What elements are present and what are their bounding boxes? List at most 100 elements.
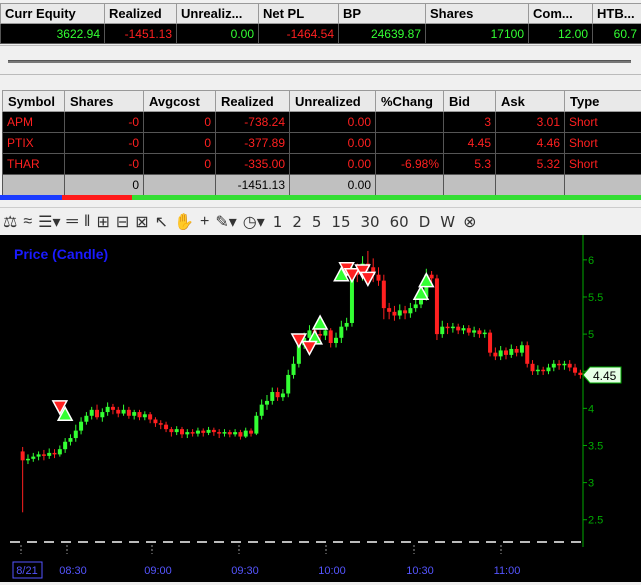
price-chart[interactable]: Price (Candle) 65.554.543.532.58/2108:30… [0, 235, 641, 582]
candle-body [207, 430, 211, 433]
candle-body [212, 430, 216, 432]
candle-body [228, 432, 232, 434]
header-unrealized[interactable]: Unrealiz... [177, 4, 259, 24]
candle-body [515, 349, 519, 353]
last-price-label: 4.45 [593, 369, 617, 383]
header-shares[interactable]: Shares [65, 91, 144, 112]
buy-marker [313, 316, 327, 329]
pen-icon[interactable]: ✎▾ [215, 212, 236, 232]
interval-15[interactable]: 15 [331, 213, 350, 231]
header-bid[interactable]: Bid [444, 91, 496, 112]
totals-avgcost-cell [144, 175, 216, 196]
candle-body [132, 412, 136, 416]
table-row[interactable]: APM -0 0 -738.24 0.00 3 3.01 Short [3, 112, 641, 133]
candle-body [477, 330, 481, 334]
interval-daily[interactable]: D [419, 213, 431, 231]
table-row[interactable]: THAR -0 0 -335.00 0.00 -6.98% 5.3 5.32 S… [3, 154, 641, 175]
header-ask[interactable]: Ask [496, 91, 565, 112]
header-realized[interactable]: Realized [105, 4, 177, 24]
interval-30[interactable]: 30 [361, 213, 380, 231]
header-shares[interactable]: Shares [426, 4, 529, 24]
candle-body [185, 432, 189, 434]
candle-body [541, 370, 545, 371]
shares-value: 17100 [426, 24, 529, 44]
candle-body [68, 438, 72, 442]
symbol-cell[interactable]: APM [3, 112, 65, 133]
zoom-in-icon[interactable]: ⊞ [96, 212, 109, 232]
vertical-line-icon[interactable]: ‖ [84, 213, 91, 231]
scrollbar-track[interactable] [8, 60, 631, 63]
candle-body [53, 453, 57, 454]
candle-body [270, 392, 274, 401]
candle-body [387, 308, 391, 312]
header-net-pl[interactable]: Net PL [259, 4, 339, 24]
candle-body [488, 333, 492, 353]
symbol-cell[interactable]: PTIX [3, 133, 65, 154]
candle-body [472, 330, 476, 332]
candle-body [499, 350, 503, 356]
pointer-icon[interactable]: ↖ [155, 212, 168, 232]
header-symbol[interactable]: Symbol [3, 91, 65, 112]
x-tick-label: 08:30 [59, 565, 87, 577]
header-type[interactable]: Type [565, 91, 641, 112]
totals-ask-cell [496, 175, 565, 196]
fit-icon[interactable]: ⊠ [135, 212, 148, 232]
x-tick-label: 10:00 [318, 565, 346, 577]
header-realized[interactable]: Realized [216, 91, 290, 112]
symbol-cell[interactable]: THAR [3, 154, 65, 175]
table-row[interactable]: PTIX -0 0 -377.89 0.00 4.45 4.46 Short [3, 133, 641, 154]
candle-body [292, 364, 296, 375]
crosshair-icon[interactable]: + [200, 213, 209, 231]
candle-body [143, 414, 147, 417]
totals-unrealized: 0.00 [290, 175, 376, 196]
ask-cell: 3.01 [496, 112, 565, 133]
candle-body [578, 373, 582, 375]
candle-body [446, 327, 450, 328]
clock-icon[interactable]: ◷▾ [243, 212, 265, 232]
horizontal-scrollbar[interactable] [0, 45, 641, 75]
zoom-out-icon[interactable]: ⊟ [116, 212, 129, 232]
candle-body [509, 349, 513, 355]
interval-1[interactable]: 1 [273, 213, 283, 231]
candle-body [175, 429, 179, 432]
interval-5[interactable]: 5 [312, 213, 322, 231]
interval-weekly[interactable]: W [440, 213, 455, 231]
account-summary-table: Curr Equity Realized Unrealiz... Net PL … [0, 3, 641, 44]
hand-icon[interactable]: ✋ [174, 212, 194, 232]
header-bp[interactable]: BP [339, 4, 426, 24]
interval-60[interactable]: 60 [390, 213, 409, 231]
candle-body [451, 327, 455, 328]
candle-body [430, 275, 434, 279]
candle-body [520, 345, 524, 352]
candle-body [31, 457, 35, 459]
header-unrealized[interactable]: Unrealized [290, 91, 376, 112]
interval-2[interactable]: 2 [292, 213, 302, 231]
candle-body [573, 368, 577, 373]
candle-body [552, 364, 556, 368]
header-commission[interactable]: Com... [529, 4, 593, 24]
horizontal-line-icon[interactable]: ═ [67, 213, 78, 231]
candle-body [90, 410, 94, 416]
candle-body [525, 345, 529, 364]
candle-body [37, 454, 41, 456]
candle-body [138, 412, 142, 417]
candle-body [127, 410, 131, 416]
header-pct-change[interactable]: %Chang [376, 91, 444, 112]
totals-pct-cell [376, 175, 444, 196]
draw-tools-icon[interactable]: ⚖ [3, 212, 17, 232]
candlestick-chart[interactable]: Price (Candle) 65.554.543.532.58/2108:30… [0, 235, 641, 582]
shares-cell: -0 [65, 154, 144, 175]
candle-body [21, 451, 25, 460]
x-tick-label: 8/21 [16, 565, 37, 577]
header-avgcost[interactable]: Avgcost [144, 91, 216, 112]
candle-body [233, 432, 237, 434]
totals-bid-cell [444, 175, 496, 196]
wave-icon[interactable]: ≈ [23, 213, 32, 231]
studies-menu-icon[interactable]: ☰▾ [38, 212, 60, 232]
header-htb[interactable]: HTB... [593, 4, 641, 24]
header-curr-equity[interactable]: Curr Equity [1, 4, 105, 24]
candle-body [63, 442, 67, 449]
htb-value: 60.7 [593, 24, 641, 44]
close-chart-icon[interactable]: ⊗ [463, 212, 476, 232]
candle-body [116, 410, 120, 414]
